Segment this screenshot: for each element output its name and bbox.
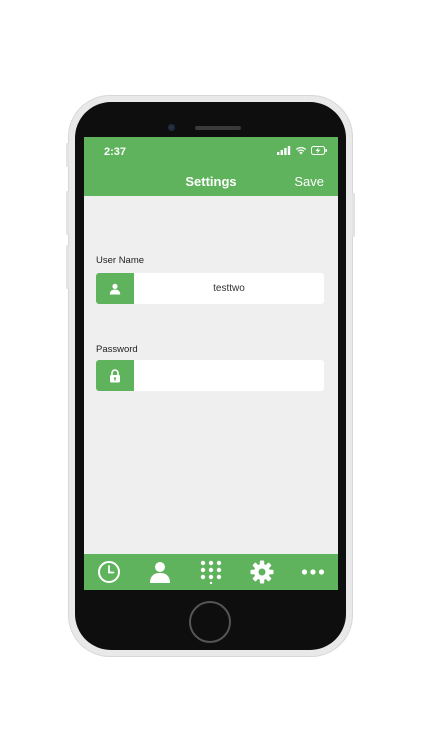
password-input[interactable] (134, 360, 324, 391)
status-time: 2:37 (104, 146, 127, 158)
save-button[interactable]: Save (294, 174, 324, 189)
tab-bar (84, 554, 338, 590)
navigation-bar: 2:37 Settings Save (84, 137, 338, 196)
volume-up-button (66, 191, 69, 235)
lock-icon (96, 360, 134, 391)
gear-icon (250, 560, 274, 584)
password-field[interactable] (96, 360, 324, 391)
tab-keypad[interactable] (191, 556, 231, 588)
power-button (352, 193, 355, 237)
front-camera (168, 124, 175, 131)
password-label: Password (96, 344, 138, 355)
person-icon (150, 562, 171, 583)
user-icon (96, 273, 134, 304)
signal-icon (277, 146, 291, 155)
wifi-icon (295, 146, 307, 155)
status-icons (277, 146, 328, 155)
earpiece-speaker (195, 126, 241, 130)
app-screen: 2:37 Settings Save User Name testtwo Pas… (84, 137, 338, 590)
home-button[interactable] (189, 601, 231, 643)
more-icon (301, 569, 324, 575)
tab-contacts[interactable] (140, 556, 180, 588)
keypad-icon (200, 560, 222, 584)
tab-more[interactable] (293, 556, 333, 588)
battery-charging-icon (311, 146, 327, 155)
username-input[interactable]: testtwo (134, 273, 324, 304)
username-label: User Name (96, 255, 145, 266)
username-field[interactable]: testtwo (96, 273, 324, 304)
clock-icon (98, 561, 121, 583)
tab-recents[interactable] (89, 556, 129, 588)
volume-down-button (66, 245, 69, 289)
mute-switch (66, 143, 69, 167)
tab-settings[interactable] (242, 556, 282, 588)
